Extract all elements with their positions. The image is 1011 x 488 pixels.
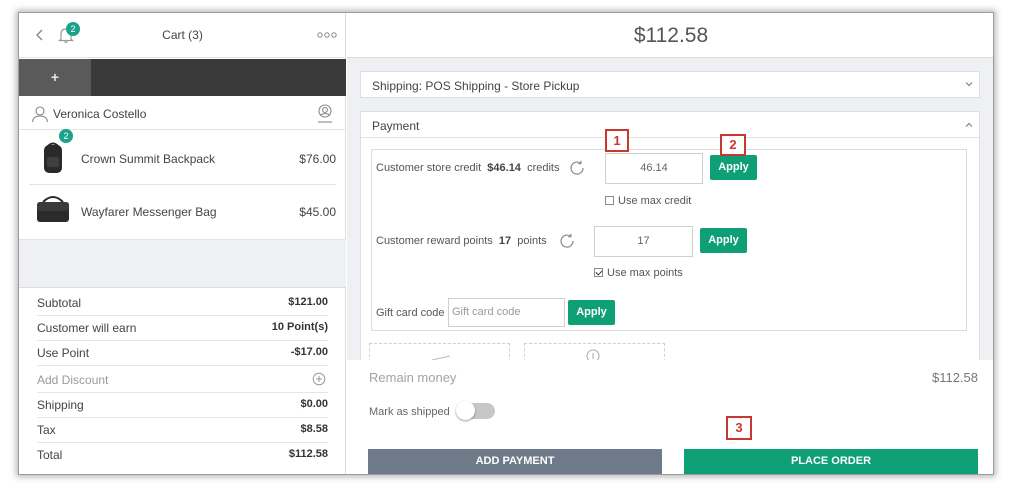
refresh-credit-icon[interactable] xyxy=(568,159,586,177)
mark-shipped-label: Mark as shipped xyxy=(369,406,450,418)
shipping-value: $0.00 xyxy=(300,398,328,410)
reward-points-unit: points xyxy=(517,235,547,247)
use-point-label: Use Point xyxy=(37,346,90,360)
toggle-knob xyxy=(456,401,475,420)
total-value: $112.58 xyxy=(288,448,328,460)
tax-value: $8.58 xyxy=(300,423,328,435)
chevron-down-icon[interactable] xyxy=(965,81,973,87)
cart-empty-space xyxy=(19,239,346,287)
store-credit-label: Customer store credit xyxy=(376,162,482,174)
cart-header: 2 Cart (3) xyxy=(19,13,346,58)
backpack-image xyxy=(44,142,62,173)
checkout-header: $112.58 xyxy=(347,13,993,58)
store-credit-amount: $46.14 xyxy=(487,162,521,174)
earn-label: Customer will earn xyxy=(37,321,137,335)
add-discount-label[interactable]: Add Discount xyxy=(37,373,108,387)
use-max-points-checkbox[interactable] xyxy=(594,268,603,277)
reward-points-row: Customer reward points 17 points xyxy=(376,235,547,247)
customer-row[interactable]: Veronica Costello xyxy=(19,97,346,130)
callout-marker-1: 1 xyxy=(605,129,629,152)
cart-item[interactable]: 2 Crown Summit Backpack $76.00 xyxy=(29,129,336,185)
use-max-credit-row[interactable]: Use max credit xyxy=(605,195,691,207)
checkout-panel: $112.58 Shipping: POS Shipping - Store P… xyxy=(347,13,993,474)
tax-row: Tax $8.58 xyxy=(37,418,328,443)
callout-marker-3: 3 xyxy=(726,416,752,440)
user-icon xyxy=(31,106,49,123)
total-label: Total xyxy=(37,448,63,462)
earn-row: Customer will earn 10 Point(s) xyxy=(37,316,328,341)
reward-points-input[interactable]: 17 xyxy=(594,226,693,257)
shipping-section[interactable]: Shipping: POS Shipping - Store Pickup xyxy=(360,71,980,98)
cart-item[interactable]: Wayfarer Messenger Bag $45.00 xyxy=(29,186,336,238)
cart-totals: Subtotal $121.00 Customer will earn 10 P… xyxy=(19,287,346,474)
subtotal-row: Subtotal $121.00 xyxy=(37,291,328,316)
cart-tab-bar: + xyxy=(19,59,346,96)
item-price: $76.00 xyxy=(299,152,336,166)
refresh-points-icon[interactable] xyxy=(558,232,576,250)
use-point-row: Use Point -$17.00 xyxy=(37,341,328,366)
use-max-credit-label: Use max credit xyxy=(618,195,692,207)
shipping-row: Shipping $0.00 xyxy=(37,393,328,418)
chevron-up-icon[interactable] xyxy=(965,122,973,128)
use-max-credit-checkbox[interactable] xyxy=(605,196,614,205)
earn-value: 10 Point(s) xyxy=(271,321,328,333)
add-discount-row[interactable]: Add Discount xyxy=(37,368,328,393)
customer-name: Veronica Costello xyxy=(53,107,147,121)
store-credit-row: Customer store credit $46.14 credits xyxy=(376,162,559,174)
grand-total: $112.58 xyxy=(633,24,709,47)
payment-title: Payment xyxy=(372,119,420,133)
cart-panel: 2 Cart (3) + Veronica Costello 2 Crown S… xyxy=(19,13,346,474)
gift-card-input[interactable]: Gift card code xyxy=(448,298,565,327)
use-max-points-label: Use max points xyxy=(607,267,683,279)
apply-gift-card-button[interactable]: Apply xyxy=(568,300,615,325)
checkout-footer: Remain money $112.58 Mark as shipped ADD… xyxy=(347,360,993,474)
item-name: Wayfarer Messenger Bag xyxy=(81,205,217,219)
apply-points-button[interactable]: Apply xyxy=(700,228,747,253)
item-price: $45.00 xyxy=(299,205,336,219)
tax-label: Tax xyxy=(37,423,56,437)
item-name: Crown Summit Backpack xyxy=(81,152,216,166)
store-credit-input[interactable]: 46.14 xyxy=(605,153,703,184)
store-credit-unit: credits xyxy=(527,162,560,174)
reward-points-label: Customer reward points xyxy=(376,235,493,247)
remain-money-value: $112.58 xyxy=(931,370,978,385)
place-order-button[interactable]: PLACE ORDER xyxy=(684,449,978,474)
remain-money-label: Remain money xyxy=(369,370,457,385)
use-max-points-row[interactable]: Use max points xyxy=(594,267,683,279)
subtotal-value: $121.00 xyxy=(288,296,328,308)
shipping-method-label: Shipping: POS Shipping - Store Pickup xyxy=(372,79,580,93)
payment-section: Payment Customer store credit $46.14 cre… xyxy=(360,111,980,373)
messenger-bag-image xyxy=(37,196,69,222)
apply-credit-button[interactable]: Apply xyxy=(710,155,757,180)
payment-methods: Customer store credit $46.14 credits 46.… xyxy=(371,149,967,331)
pos-window: 2 Cart (3) + Veronica Costello 2 Crown S… xyxy=(18,12,994,475)
mark-shipped-toggle[interactable] xyxy=(456,401,495,420)
more-options-icon[interactable] xyxy=(317,31,337,39)
use-point-value: -$17.00 xyxy=(290,346,328,358)
subtotal-label: Subtotal xyxy=(37,296,82,310)
payment-header[interactable]: Payment xyxy=(361,112,979,138)
cart-title: Cart (3) xyxy=(162,28,203,42)
add-cart-tab-button[interactable]: + xyxy=(19,59,91,96)
reward-points-amount: 17 xyxy=(498,235,512,247)
callout-marker-2: 2 xyxy=(720,134,746,156)
add-discount-icon[interactable] xyxy=(312,372,326,386)
shipping-label: Shipping xyxy=(37,398,84,412)
customer-profile-icon[interactable] xyxy=(315,103,335,123)
add-payment-button[interactable]: ADD PAYMENT xyxy=(368,449,662,474)
total-row: Total $112.58 xyxy=(37,443,328,468)
quantity-badge: 2 xyxy=(59,129,73,143)
gift-card-label: Gift card code xyxy=(376,307,445,319)
